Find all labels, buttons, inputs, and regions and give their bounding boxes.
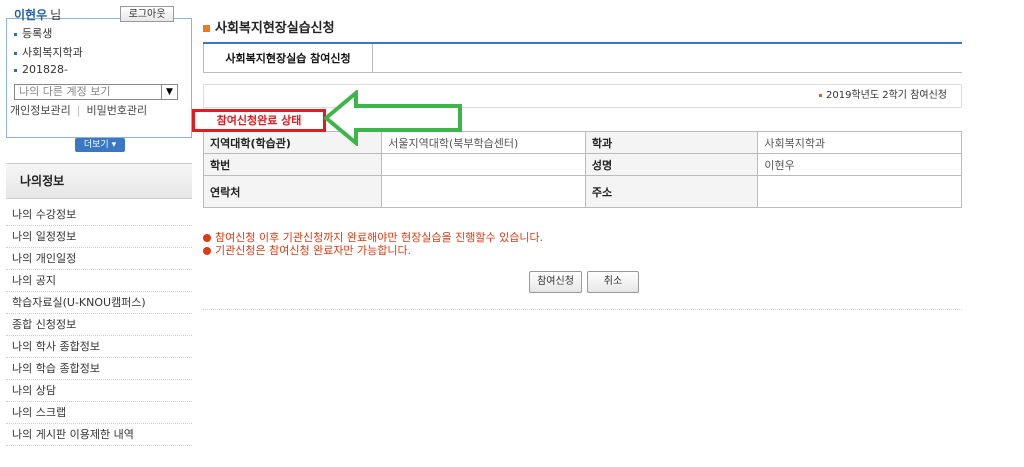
green-arrow-icon <box>324 90 462 146</box>
table-row: 연락처 주소 <box>202 175 962 208</box>
bullet-icon <box>819 93 823 97</box>
chevron-down-icon: ▼ <box>161 85 177 99</box>
bullet-icon <box>203 247 211 255</box>
table-header-cell: 연락처 <box>202 175 383 208</box>
sidebar-item[interactable]: 나의 상담 <box>6 380 192 402</box>
apply-button[interactable]: 참여신청 <box>529 271 582 293</box>
password-link[interactable]: 비밀번호관리 <box>86 104 147 117</box>
sidebar-item[interactable]: 나의 학사 종합정보 <box>6 336 192 358</box>
table-value-cell: 사회복지학과 <box>757 131 962 154</box>
sidebar-item[interactable]: 나의 일정정보 <box>6 226 192 248</box>
table-header-cell: 학과 <box>584 131 759 154</box>
cancel-button[interactable]: 취소 <box>587 271 639 293</box>
profile-link[interactable]: 개인정보관리 <box>10 104 71 117</box>
table-value-cell <box>381 153 586 176</box>
sidebar-item[interactable]: 나의 학습 종합정보 <box>6 358 192 380</box>
user-department: 사회복지학과 <box>14 44 83 60</box>
account-select[interactable]: 나의 다른 계정 보기 ▼ <box>14 84 178 100</box>
sidebar-item[interactable]: 나의 개인일정 <box>6 248 192 270</box>
sidebar-item[interactable]: 나의 스크랩 <box>6 402 192 424</box>
table-header-cell: 성명 <box>584 153 759 176</box>
table-value-cell <box>757 175 962 208</box>
user-name: 이현우 님 <box>14 8 62 22</box>
logout-button[interactable]: 로그아웃 <box>120 6 174 22</box>
table-value-cell: 이현우 <box>757 153 962 176</box>
table-row: 지역대학(학습관) 서울지역대학(북부학습센터) 학과 사회복지학과 <box>202 131 962 154</box>
sidebar-item[interactable]: 나의 게시판 이용제한 내역 <box>6 424 192 446</box>
table-header-cell: 주소 <box>584 175 759 208</box>
bullet-icon <box>203 234 211 242</box>
semester-bar: 2019학년도 2학기 참여신청 <box>203 84 962 108</box>
notice-line: 기관신청은 참여신청 완료자만 가능합니다. <box>203 242 411 258</box>
user-student-id: 201828- <box>14 63 68 76</box>
chevron-down-icon: ▾ <box>111 140 117 150</box>
applicant-info-table: 지역대학(학습관) 서울지역대학(북부학습센터) 학과 사회복지학과 학번 성명… <box>202 131 962 208</box>
more-button[interactable]: 더보기 ▾ <box>75 138 125 152</box>
sidebar-header: 나의정보 <box>6 163 192 199</box>
table-value-cell <box>381 175 586 208</box>
tab-bottom-line <box>373 72 962 73</box>
user-status: 등록생 <box>14 25 52 41</box>
sidebar-item[interactable]: 종합 신청정보 <box>6 314 192 336</box>
page-title: 사회복지현장실습신청 <box>203 17 335 36</box>
sidebar-item[interactable]: 나의 공지 <box>6 270 192 292</box>
table-header-cell: 학번 <box>202 153 383 176</box>
sidebar-item[interactable]: 학습자료실(U-KNOU캠퍼스) <box>6 292 192 314</box>
sidebar-nav: 나의 수강정보 나의 일정정보 나의 개인일정 나의 공지 학습자료실(U-KN… <box>6 204 192 446</box>
title-square-icon <box>203 25 210 32</box>
annotation-label: 참여신청완료 상태 <box>192 109 326 132</box>
divider <box>203 309 962 310</box>
profile-links: 개인정보관리 | 비밀번호관리 <box>10 104 148 117</box>
sidebar-item[interactable]: 나의 수강정보 <box>6 204 192 226</box>
table-row: 학번 성명 이현우 <box>202 153 962 176</box>
tab-apply[interactable]: 사회복지현장실습 참여신청 <box>203 44 373 73</box>
